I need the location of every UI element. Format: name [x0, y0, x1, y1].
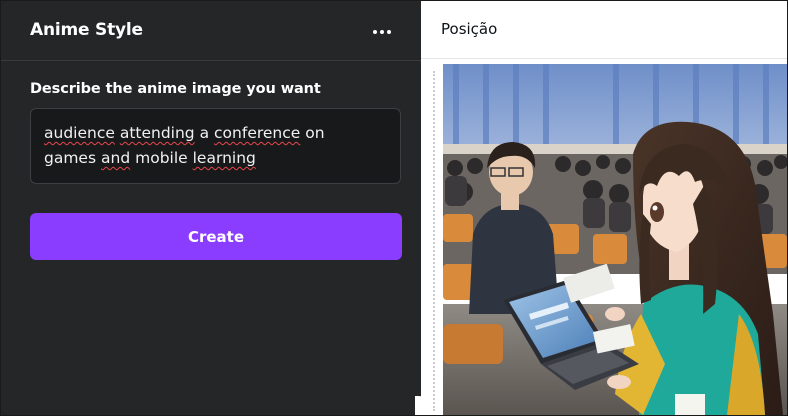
prompt-word: audience	[44, 124, 115, 142]
generated-anime-image[interactable]	[443, 64, 787, 415]
prompt-line-2: games and mobile learning	[44, 146, 387, 171]
more-horizontal-icon-dot	[380, 30, 384, 34]
anime-image-illustration	[443, 64, 787, 415]
prompt-word: attending	[119, 124, 195, 142]
more-horizontal-icon-dot	[387, 30, 391, 34]
canvas-page-edge	[433, 71, 436, 411]
position-button[interactable]: Posição	[441, 20, 497, 38]
panel-header: Anime Style	[1, 1, 421, 61]
app-frame: Anime Style Describe the anime image you…	[0, 0, 788, 416]
prompt-word: learning	[192, 149, 256, 167]
panel-title: Anime Style	[30, 20, 143, 40]
anime-style-panel: Anime Style Describe the anime image you…	[1, 1, 421, 415]
create-button[interactable]: Create	[30, 213, 402, 260]
prompt-word: a	[199, 124, 210, 142]
more-horizontal-icon	[373, 30, 377, 34]
design-canvas-area: Posição	[415, 1, 787, 415]
canvas-toolbar: Posição	[421, 1, 787, 59]
prompt-word: on	[305, 124, 325, 142]
more-options-button[interactable]	[367, 21, 397, 43]
prompt-word: and	[101, 149, 131, 167]
prompt-word: games	[44, 149, 97, 167]
prompt-word: conference	[214, 124, 301, 142]
prompt-line-1: audience attending a conference on	[44, 121, 387, 146]
prompt-field-label: Describe the anime image you want	[30, 81, 321, 97]
prompt-word: mobile	[135, 149, 188, 167]
prompt-input[interactable]: audience attending a conference on games…	[30, 108, 401, 184]
panel-collapse-handle[interactable]	[415, 396, 429, 415]
